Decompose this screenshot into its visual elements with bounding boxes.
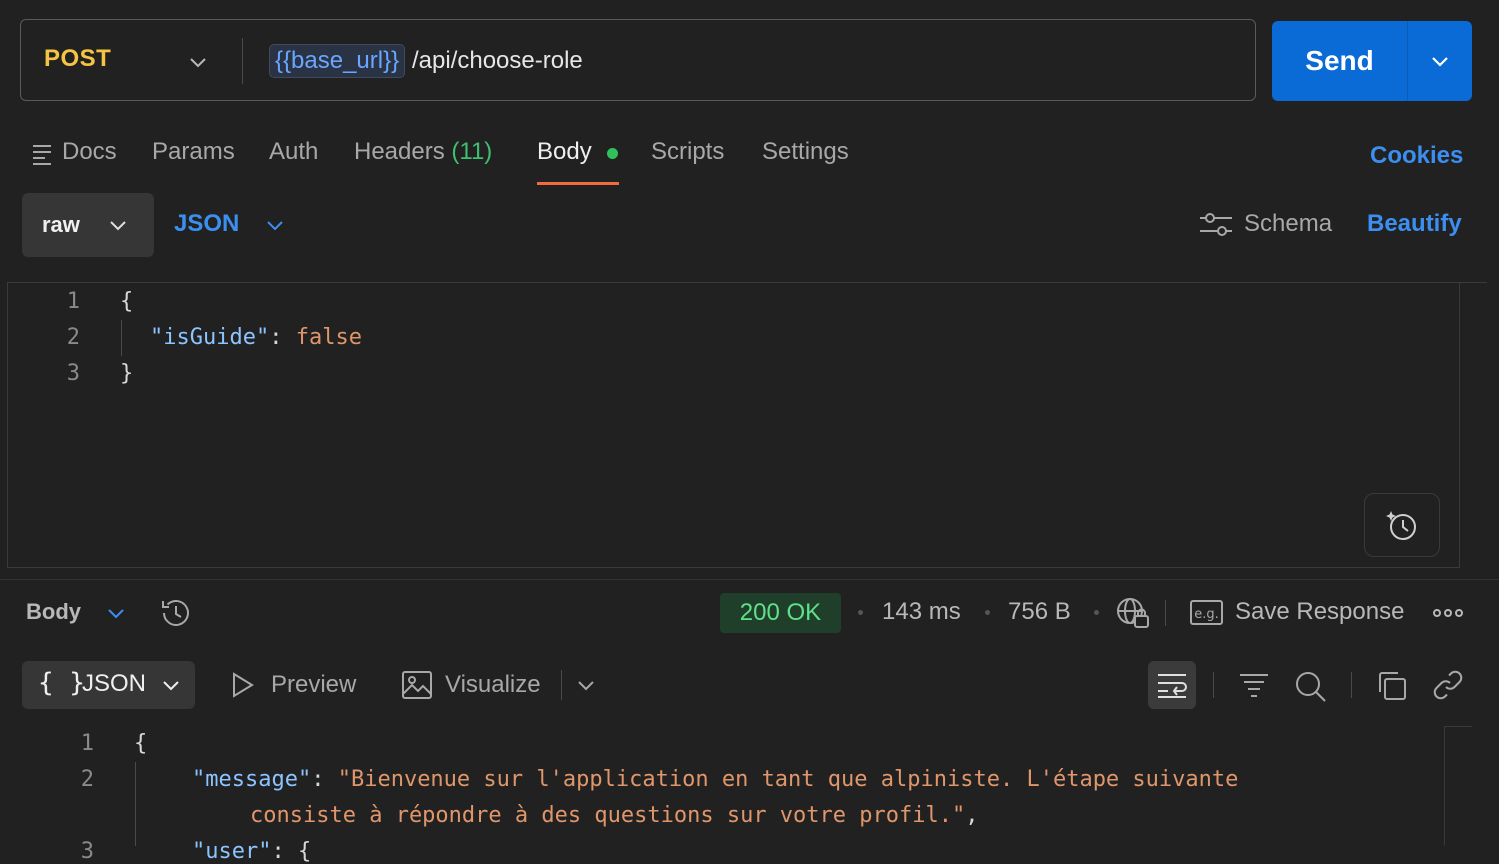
json-separator: :: [311, 767, 338, 792]
tab-docs[interactable]: Docs: [62, 138, 117, 166]
json-brace: {: [297, 839, 312, 864]
status-badge[interactable]: 200 OK: [720, 593, 841, 633]
separator-dot: [858, 610, 863, 615]
example-icon[interactable]: e.g.: [1190, 599, 1224, 627]
save-response-button[interactable]: Save Response: [1235, 598, 1404, 626]
chevron-down-icon[interactable]: [186, 50, 210, 74]
json-key: "isGuide": [150, 325, 270, 350]
visualize-tab[interactable]: Visualize: [445, 671, 541, 699]
line-number: 3: [66, 361, 80, 386]
toolbar-divider: [561, 670, 562, 700]
tab-params[interactable]: Params: [152, 138, 235, 166]
url-input[interactable]: /api/choose-role: [412, 44, 583, 78]
pane-divider[interactable]: [0, 579, 1499, 580]
wrap-lines-button[interactable]: [1148, 661, 1196, 709]
response-format-label: JSON: [82, 670, 147, 697]
toolbar-divider: [1165, 600, 1166, 626]
json-value: false: [295, 325, 362, 350]
play-icon[interactable]: [230, 671, 256, 699]
filter-icon[interactable]: [1238, 671, 1270, 699]
line-number: 2: [66, 325, 80, 350]
chevron-down-icon: [1432, 57, 1448, 67]
more-options-icon[interactable]: [1433, 604, 1463, 622]
send-dropdown-button[interactable]: [1407, 21, 1472, 101]
separator-dot: [985, 610, 990, 615]
toolbar-divider: [1213, 672, 1214, 698]
wrap-lines-icon: [1158, 674, 1187, 698]
chevron-down-icon: [106, 213, 130, 237]
json-value-continued: consiste à répondre à des questions sur …: [250, 803, 966, 828]
tab-settings[interactable]: Settings: [762, 138, 849, 166]
history-icon[interactable]: [159, 596, 193, 630]
json-key: "message": [192, 767, 312, 792]
tab-headers[interactable]: Headers (11): [354, 138, 492, 166]
toolbar-divider: [1351, 672, 1352, 698]
method-selector[interactable]: POST: [44, 45, 111, 73]
network-globe-icon[interactable]: [1115, 596, 1151, 630]
sparkle-clock-icon: [1386, 511, 1416, 540]
response-body-dropdown[interactable]: Body: [26, 599, 81, 625]
separator-dot: [1094, 610, 1099, 615]
active-tab-indicator: [537, 182, 619, 185]
indent-guide: [121, 320, 122, 356]
tab-auth[interactable]: Auth: [269, 138, 318, 166]
format-dropdown[interactable]: JSON: [174, 210, 239, 238]
tab-scripts[interactable]: Scripts: [651, 138, 724, 166]
body-modified-dot: [607, 148, 618, 159]
line-number: 2: [80, 767, 94, 792]
json-comma: ,: [965, 803, 979, 828]
copy-icon[interactable]: [1376, 670, 1408, 702]
docs-icon[interactable]: [32, 143, 54, 165]
tab-headers-label: Headers: [354, 138, 445, 165]
chevron-down-icon[interactable]: [104, 601, 128, 625]
tab-body[interactable]: Body: [537, 138, 592, 166]
line-number: 1: [66, 289, 80, 314]
code-line[interactable]: {: [120, 289, 133, 314]
ai-assistant-button[interactable]: [1364, 493, 1440, 557]
url-variable[interactable]: {{base_url}}: [269, 44, 406, 78]
code-line[interactable]: "user": {: [192, 839, 311, 864]
json-key: "user": [192, 839, 272, 864]
search-icon[interactable]: [1293, 669, 1327, 703]
response-size[interactable]: 756 B: [1008, 598, 1071, 626]
editor-scrollbar[interactable]: [1459, 282, 1487, 568]
line-number: 3: [80, 839, 94, 864]
line-number: 1: [80, 731, 94, 756]
beautify-button[interactable]: Beautify: [1367, 210, 1462, 238]
preview-tab[interactable]: Preview: [271, 671, 356, 699]
chevron-down-icon[interactable]: [574, 673, 598, 697]
cookies-link[interactable]: Cookies: [1370, 142, 1463, 170]
send-button[interactable]: Send: [1272, 21, 1407, 101]
code-line[interactable]: "isGuide": false: [150, 325, 362, 350]
code-line[interactable]: {: [134, 731, 147, 756]
code-line-continuation[interactable]: consiste à répondre à des questions sur …: [250, 803, 979, 828]
json-value: "Bienvenue sur l'application en tant que…: [337, 767, 1239, 792]
response-scrollbar[interactable]: [1444, 726, 1472, 846]
indent-guide: [135, 762, 136, 846]
chevron-down-icon[interactable]: [263, 213, 287, 237]
raw-mode-label: raw: [42, 212, 80, 237]
json-separator: :: [271, 839, 298, 864]
braces-icon: { }: [38, 668, 85, 698]
headers-count: (11): [451, 138, 493, 165]
code-line[interactable]: "message": "Bienvenue sur l'application …: [192, 767, 1238, 792]
url-divider: [242, 38, 243, 84]
chevron-down-icon: [159, 673, 183, 697]
image-icon[interactable]: [401, 669, 433, 701]
code-line[interactable]: }: [120, 361, 133, 386]
schema-button[interactable]: Schema: [1244, 210, 1332, 238]
link-icon[interactable]: [1432, 669, 1464, 701]
svg-text:e.g.: e.g.: [1194, 607, 1219, 622]
response-time[interactable]: 143 ms: [882, 598, 961, 626]
json-separator: :: [269, 325, 296, 350]
schema-icon[interactable]: [1199, 211, 1233, 239]
